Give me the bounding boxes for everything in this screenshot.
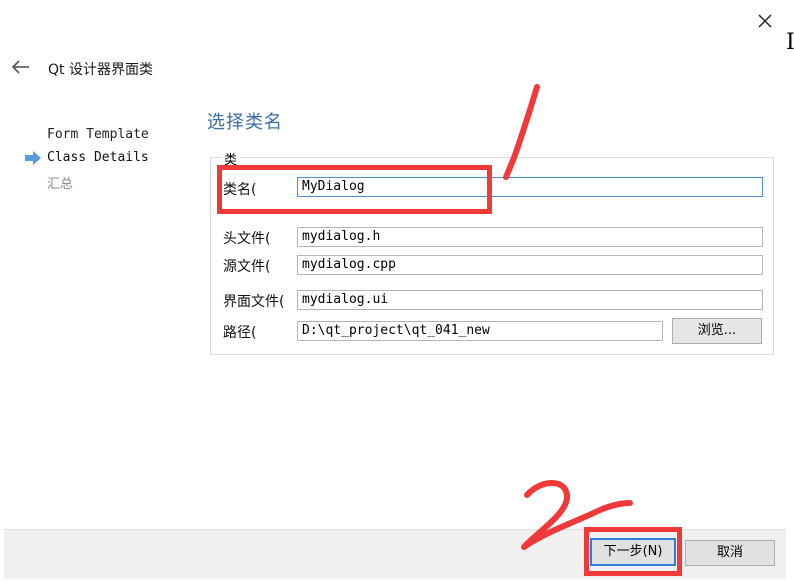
source-file-input[interactable]: mydialog.cpp [297,255,763,275]
path-input[interactable]: D:\qt_project\qt_041_new [297,321,663,341]
cancel-button[interactable]: 取消 [685,540,775,566]
annotation-box-next [584,527,682,576]
form-file-label: 界面文件( [223,294,285,310]
source-file-label: 源文件( [223,259,271,275]
close-icon [758,14,772,28]
path-label: 路径( [223,325,257,341]
annotation-box-class-name [217,165,492,214]
page-heading: 选择类名 [207,112,283,133]
browse-button[interactable]: 浏览... [672,318,762,344]
close-button[interactable] [752,8,778,34]
header-file-input[interactable]: mydialog.h [297,227,763,247]
wizard-title: Qt 设计器界面类 [48,62,153,78]
header-file-label: 头文件( [223,231,271,247]
step-form-template: Form Template [47,127,149,142]
form-file-input[interactable]: mydialog.ui [297,290,763,310]
step-summary: 汇总 [47,177,74,192]
left-arrow-icon [11,60,29,74]
step-class-details: Class Details [47,150,149,165]
text-cursor-glyph: I [786,30,794,55]
back-button[interactable] [10,57,32,77]
right-arrow-icon [24,150,42,165]
